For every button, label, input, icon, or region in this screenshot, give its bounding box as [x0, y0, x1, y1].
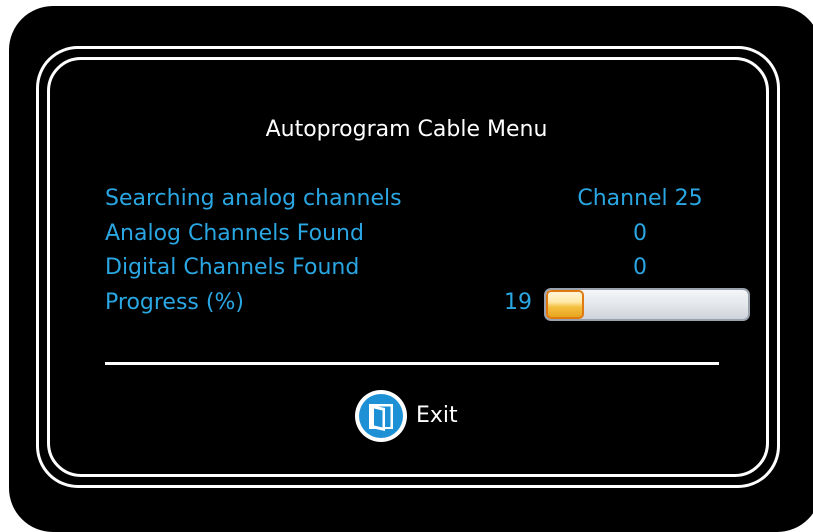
searching-label: Searching analog channels — [105, 186, 402, 211]
progress-label: Progress (%) — [105, 290, 244, 315]
digital-found-value: 0 — [633, 255, 647, 280]
progress-bar — [544, 288, 750, 321]
analog-found-label: Analog Channels Found — [105, 221, 364, 246]
exit-label: Exit — [416, 403, 458, 428]
searching-value: Channel 25 — [577, 186, 703, 211]
menu-title: Autoprogram Cable Menu — [265, 117, 548, 142]
progress-percent-value: 19 — [504, 290, 532, 315]
exit-button[interactable]: Exit — [355, 387, 458, 445]
divider — [105, 362, 719, 365]
progress-bar-fill — [546, 290, 585, 319]
exit-door-icon — [355, 390, 407, 442]
digital-found-label: Digital Channels Found — [105, 255, 360, 280]
analog-found-value: 0 — [633, 221, 647, 246]
